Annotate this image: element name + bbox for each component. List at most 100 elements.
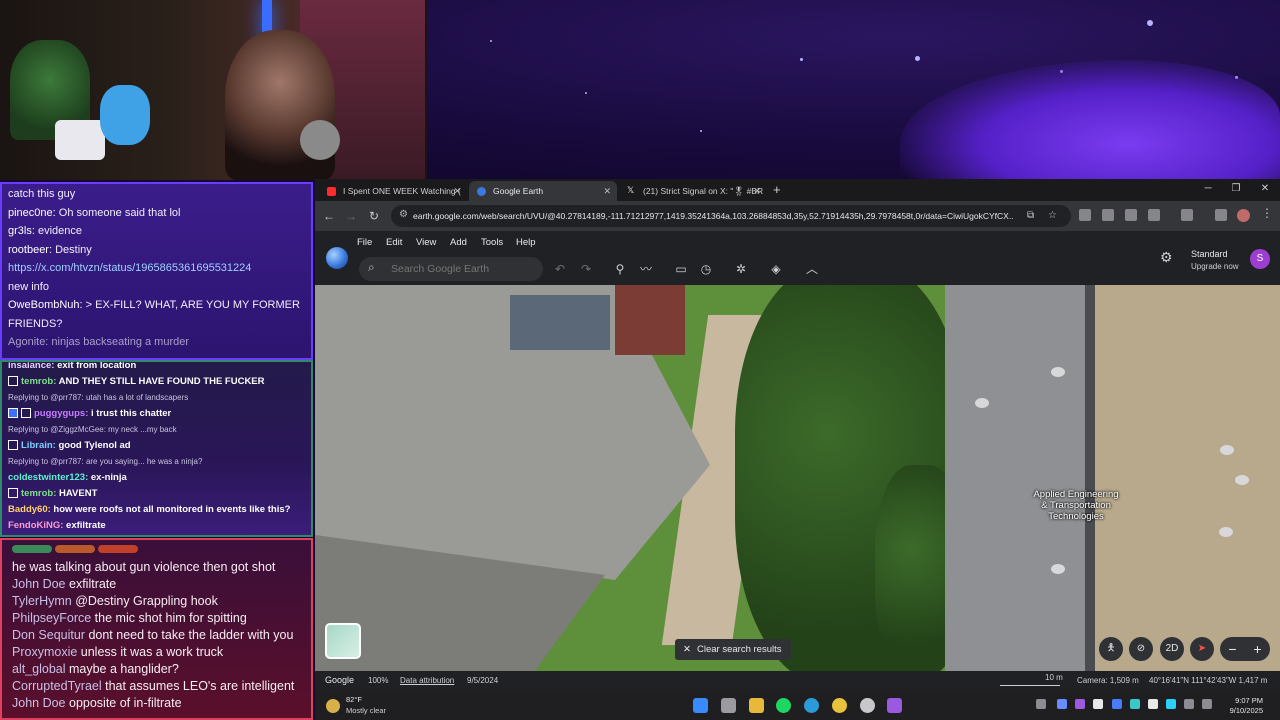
app-icon[interactable] (860, 698, 875, 713)
ruler-icon[interactable]: ▭ (672, 260, 690, 278)
sub-badge-icon (8, 408, 18, 419)
restore-icon[interactable]: ❐ (1221, 179, 1251, 199)
open-in-app-icon[interactable]: ⧉ (1027, 208, 1034, 224)
menu-file[interactable]: File (357, 237, 372, 248)
tray-chevron-icon[interactable] (1036, 699, 1046, 709)
more-menu-icon[interactable]: ⋮ (1261, 206, 1273, 220)
tray-icon[interactable] (1130, 699, 1140, 709)
menu-tools[interactable]: Tools (481, 237, 503, 248)
spotify-icon[interactable] (776, 698, 791, 713)
chrome-icon[interactable] (832, 698, 847, 713)
draw-path-icon[interactable]: 〰 (637, 260, 655, 278)
tab-google-earth[interactable]: Google Earth ✕ (469, 181, 617, 201)
reset-tilt-icon[interactable]: ⊘ (1129, 637, 1153, 661)
tab-search-icon[interactable] (1181, 209, 1193, 221)
chat-link[interactable]: https://x.com/htvzn/status/1965865361695… (8, 262, 251, 274)
chat-message: alt_global maybe a hanglider? (2, 661, 311, 678)
network-icon[interactable] (1184, 699, 1194, 709)
extension-icon[interactable] (1102, 209, 1114, 221)
placemark-icon[interactable]: ⚲ (611, 260, 629, 278)
browser-toolbar: ← → ↻ ⚙ earth.google.com/web/search/UVU/… (315, 201, 1280, 231)
aerial-map-view[interactable]: Applied Engineering & Transportation Tec… (315, 285, 1280, 671)
new-tab-button[interactable]: + (773, 180, 781, 200)
menu-add[interactable]: Add (450, 237, 467, 248)
close-tab-icon[interactable]: ✕ (453, 181, 461, 201)
extension-icon[interactable] (1079, 209, 1091, 221)
2d-toggle-button[interactable]: 2D (1160, 637, 1184, 661)
pegman-icon[interactable]: 🯅 (1099, 637, 1123, 661)
edge-icon[interactable] (804, 698, 819, 713)
place-label[interactable]: Applied Engineering & Transportation Tec… (1031, 489, 1121, 522)
star (490, 40, 492, 42)
chat-text: how were roofs not all monitored in even… (50, 504, 291, 515)
tray-icon[interactable] (1075, 699, 1085, 709)
redo-icon[interactable]: ↷ (577, 260, 595, 278)
zoom-in-button[interactable]: + (1245, 637, 1270, 661)
upgrade-link[interactable]: Upgrade now (1191, 262, 1239, 271)
menu-edit[interactable]: Edit (386, 237, 402, 248)
settings-gear-icon[interactable]: ⚙ (1160, 249, 1173, 266)
start-windows-icon[interactable] (693, 698, 708, 713)
google-earth-logo[interactable] (326, 247, 348, 269)
tray-icon[interactable] (1093, 699, 1103, 709)
volume-icon[interactable] (1202, 699, 1212, 709)
search-input[interactable] (391, 257, 531, 281)
roof-unit (975, 398, 989, 408)
chat-text: maybe a hanglider? (65, 662, 179, 676)
close-window-icon[interactable]: ✕ (1250, 179, 1280, 199)
voyager-icon[interactable]: ✲ (732, 260, 750, 278)
file-explorer-icon[interactable] (749, 698, 764, 713)
chat-text: Oh someone said that lol (55, 206, 181, 219)
chat-panel-secondary: insaiance: exit from location temrob: AN… (0, 360, 313, 537)
bookmark-star-icon[interactable]: ☆ (1048, 208, 1057, 224)
scale-label: 10 m (1045, 673, 1063, 682)
address-bar[interactable]: ⚙ earth.google.com/web/search/UVU/@40.27… (391, 205, 1071, 227)
tab-youtube[interactable]: I Spent ONE WEEK Watching ( ✕ (319, 181, 467, 201)
globe-icon (477, 187, 486, 196)
undo-icon[interactable]: ↶ (551, 260, 569, 278)
extension-icon[interactable] (1125, 209, 1137, 221)
task-view-icon[interactable] (721, 698, 736, 713)
account-avatar[interactable]: S (1250, 249, 1270, 269)
close-tab-icon[interactable]: ✕ (603, 181, 611, 201)
tray-icon[interactable] (1057, 699, 1067, 709)
close-icon: ✕ (683, 644, 691, 655)
tray-icon[interactable] (1112, 699, 1122, 709)
profile-avatar[interactable] (1237, 209, 1250, 222)
youtube-icon (327, 187, 336, 196)
clock-date[interactable]: 9/10/2025 (1219, 706, 1263, 715)
close-tab-icon[interactable]: ✕ (753, 181, 761, 201)
extensions-puzzle-icon[interactable] (1148, 209, 1160, 221)
reload-icon[interactable]: ↻ (365, 206, 383, 226)
historical-imagery-icon[interactable]: ◷ (697, 260, 715, 278)
clock-time[interactable]: 9:07 PM (1227, 696, 1263, 705)
zoom-out-button[interactable]: − (1220, 637, 1245, 661)
tray-icon[interactable] (1166, 699, 1176, 709)
tab-x[interactable]: 𝕏 (21) Strict Signal on X: "🎖 #BR ✕ (619, 181, 767, 201)
tray-icon[interactable] (1148, 699, 1158, 709)
chat-message: temrob: HAVENT (2, 486, 311, 502)
forward-arrow-icon[interactable]: → (342, 206, 360, 226)
menu-help[interactable]: Help (516, 237, 536, 248)
minimize-icon[interactable]: ─ (1193, 179, 1223, 199)
chat-message: John Doe opposite of in-filtrate (2, 695, 311, 712)
clear-search-button[interactable]: ✕ Clear search results (675, 639, 792, 660)
url-text[interactable]: earth.google.com/web/search/UVU/@40.2781… (413, 205, 1013, 227)
map-style-thumbnail[interactable] (325, 623, 361, 659)
compass-icon[interactable]: ➤ (1190, 637, 1214, 661)
weather-description[interactable]: Mostly clear (346, 706, 386, 715)
chat-username: temrob: (21, 376, 57, 387)
media-icon[interactable] (1215, 209, 1227, 221)
chat-message: John Doe exfiltrate (2, 576, 311, 593)
site-info-icon[interactable]: ⚙ (399, 209, 408, 220)
data-attribution-link[interactable]: Data attribution (400, 676, 454, 685)
weather-icon[interactable] (326, 699, 340, 713)
chevron-up-icon[interactable]: ︿ (803, 260, 821, 278)
obs-icon[interactable] (887, 698, 902, 713)
search-bar[interactable]: ⌕ (359, 257, 543, 281)
layers-icon[interactable]: ◈ (767, 260, 785, 278)
back-arrow-icon[interactable]: ← (320, 206, 338, 226)
chat-reply: Replying to @prr787: are you saying... h… (2, 454, 311, 470)
weather-temp[interactable]: 82°F (346, 695, 362, 704)
menu-view[interactable]: View (416, 237, 436, 248)
